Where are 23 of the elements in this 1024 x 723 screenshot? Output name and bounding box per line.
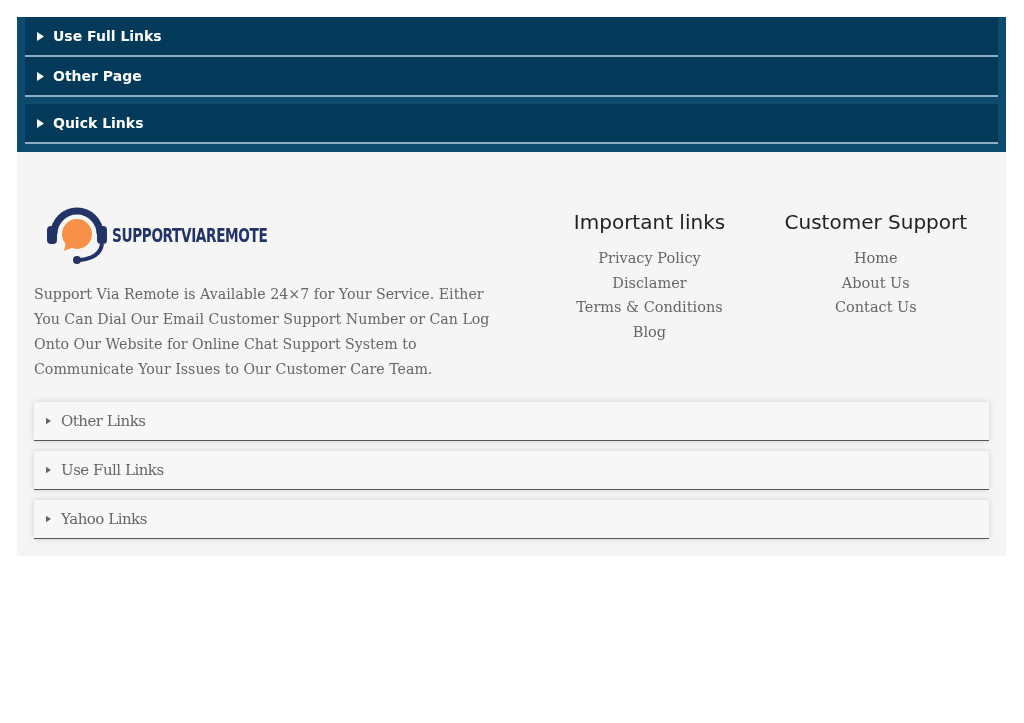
caret-icon: [46, 515, 51, 523]
footer-link[interactable]: Blog: [632, 320, 667, 345]
footer-link[interactable]: Disclamer: [612, 270, 687, 296]
logo-text: SUPPORTVIAREMOTE: [112, 224, 268, 246]
caret-icon: [46, 417, 51, 425]
about-text: Support Via Remote is Available 24×7 for Your Service. Either You Can Dial Our Email Customer Support Number or Can Log Onto Our Website for Online Chat Support System to Communicate Your Issues to Our Customer Care Team.: [34, 285, 491, 379]
accordion-header[interactable]: Quick Links: [25, 104, 998, 144]
column-heading: Important links: [573, 210, 726, 234]
caret-icon: [46, 466, 51, 474]
accordion-header[interactable]: Other Page: [25, 57, 998, 97]
accordion-header[interactable]: Yahoo Links: [34, 500, 989, 539]
footer-link[interactable]: About Us: [841, 270, 910, 296]
footer-link[interactable]: Home: [853, 246, 898, 271]
accordion-header[interactable]: Use Full Links: [34, 451, 989, 490]
column-heading: Customer Support: [784, 210, 968, 234]
footer-link[interactable]: Privacy Policy: [598, 246, 701, 271]
caret-icon: [37, 118, 44, 128]
footer-link[interactable]: Contact Us: [834, 295, 917, 321]
accordion-header[interactable]: Other Links: [34, 402, 989, 441]
accordion-header[interactable]: Use Full Links: [25, 17, 998, 57]
caret-icon: [37, 31, 44, 41]
footer-link[interactable]: Terms & Conditions: [576, 295, 723, 321]
caret-icon: [37, 71, 44, 81]
